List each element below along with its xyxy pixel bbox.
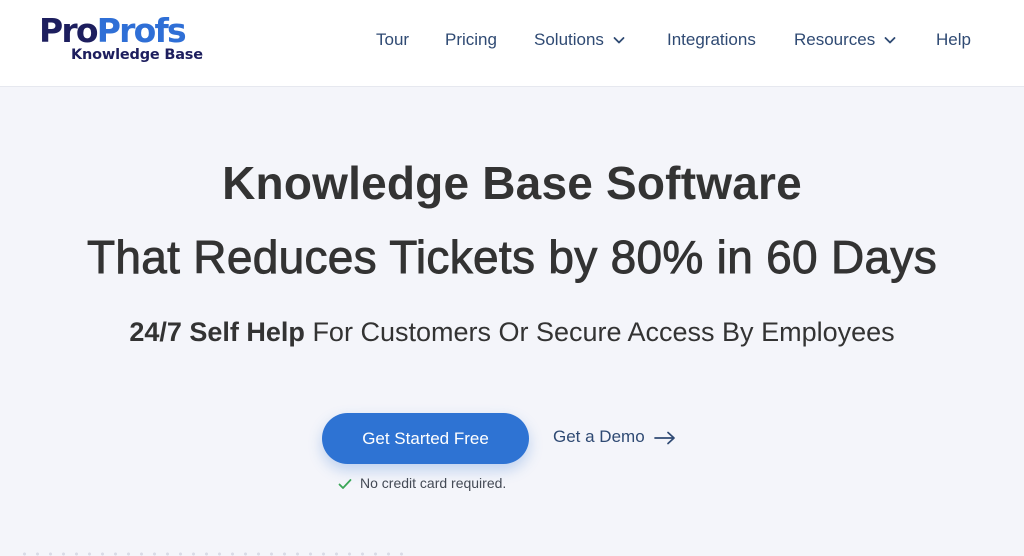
arrow-right-icon [653,430,676,445]
chevron-down-icon [883,33,897,47]
demo-link-label: Get a Demo [553,427,645,446]
chevron-down-icon [612,33,626,47]
hero-title-line-2: That Reduces Tickets by 80% in 60 Days [86,231,938,284]
hero-subtitle: 24/7 Self Help For Customers Or Secure A… [0,314,1024,350]
main-nav: Tour Pricing Solutions Integrations Reso… [0,29,1024,53]
no-credit-card-note: No credit card required. [338,474,506,492]
hero-title-line-1: Knowledge Base Software [222,157,802,209]
subtitle-highlight: 24/7 Self Help [129,317,305,347]
subtitle-text: For Customers Or Secure Access By Employ… [304,317,895,347]
site-header: ProProfs Knowledge Base Tour Pricing Sol… [0,0,1024,87]
note-text: No credit card required. [360,475,507,491]
checkmark-icon [338,477,352,489]
nav-solutions[interactable]: Solutions [534,29,626,51]
decorative-dots [18,552,408,556]
get-started-free-button[interactable]: Get Started Free [322,413,529,464]
get-a-demo-link[interactable]: Get a Demo [553,426,676,448]
nav-help[interactable]: Help [936,29,971,51]
nav-resources[interactable]: Resources [794,29,897,51]
nav-pricing[interactable]: Pricing [445,29,497,51]
nav-integrations[interactable]: Integrations [667,29,756,51]
nav-tour[interactable]: Tour [376,29,409,51]
